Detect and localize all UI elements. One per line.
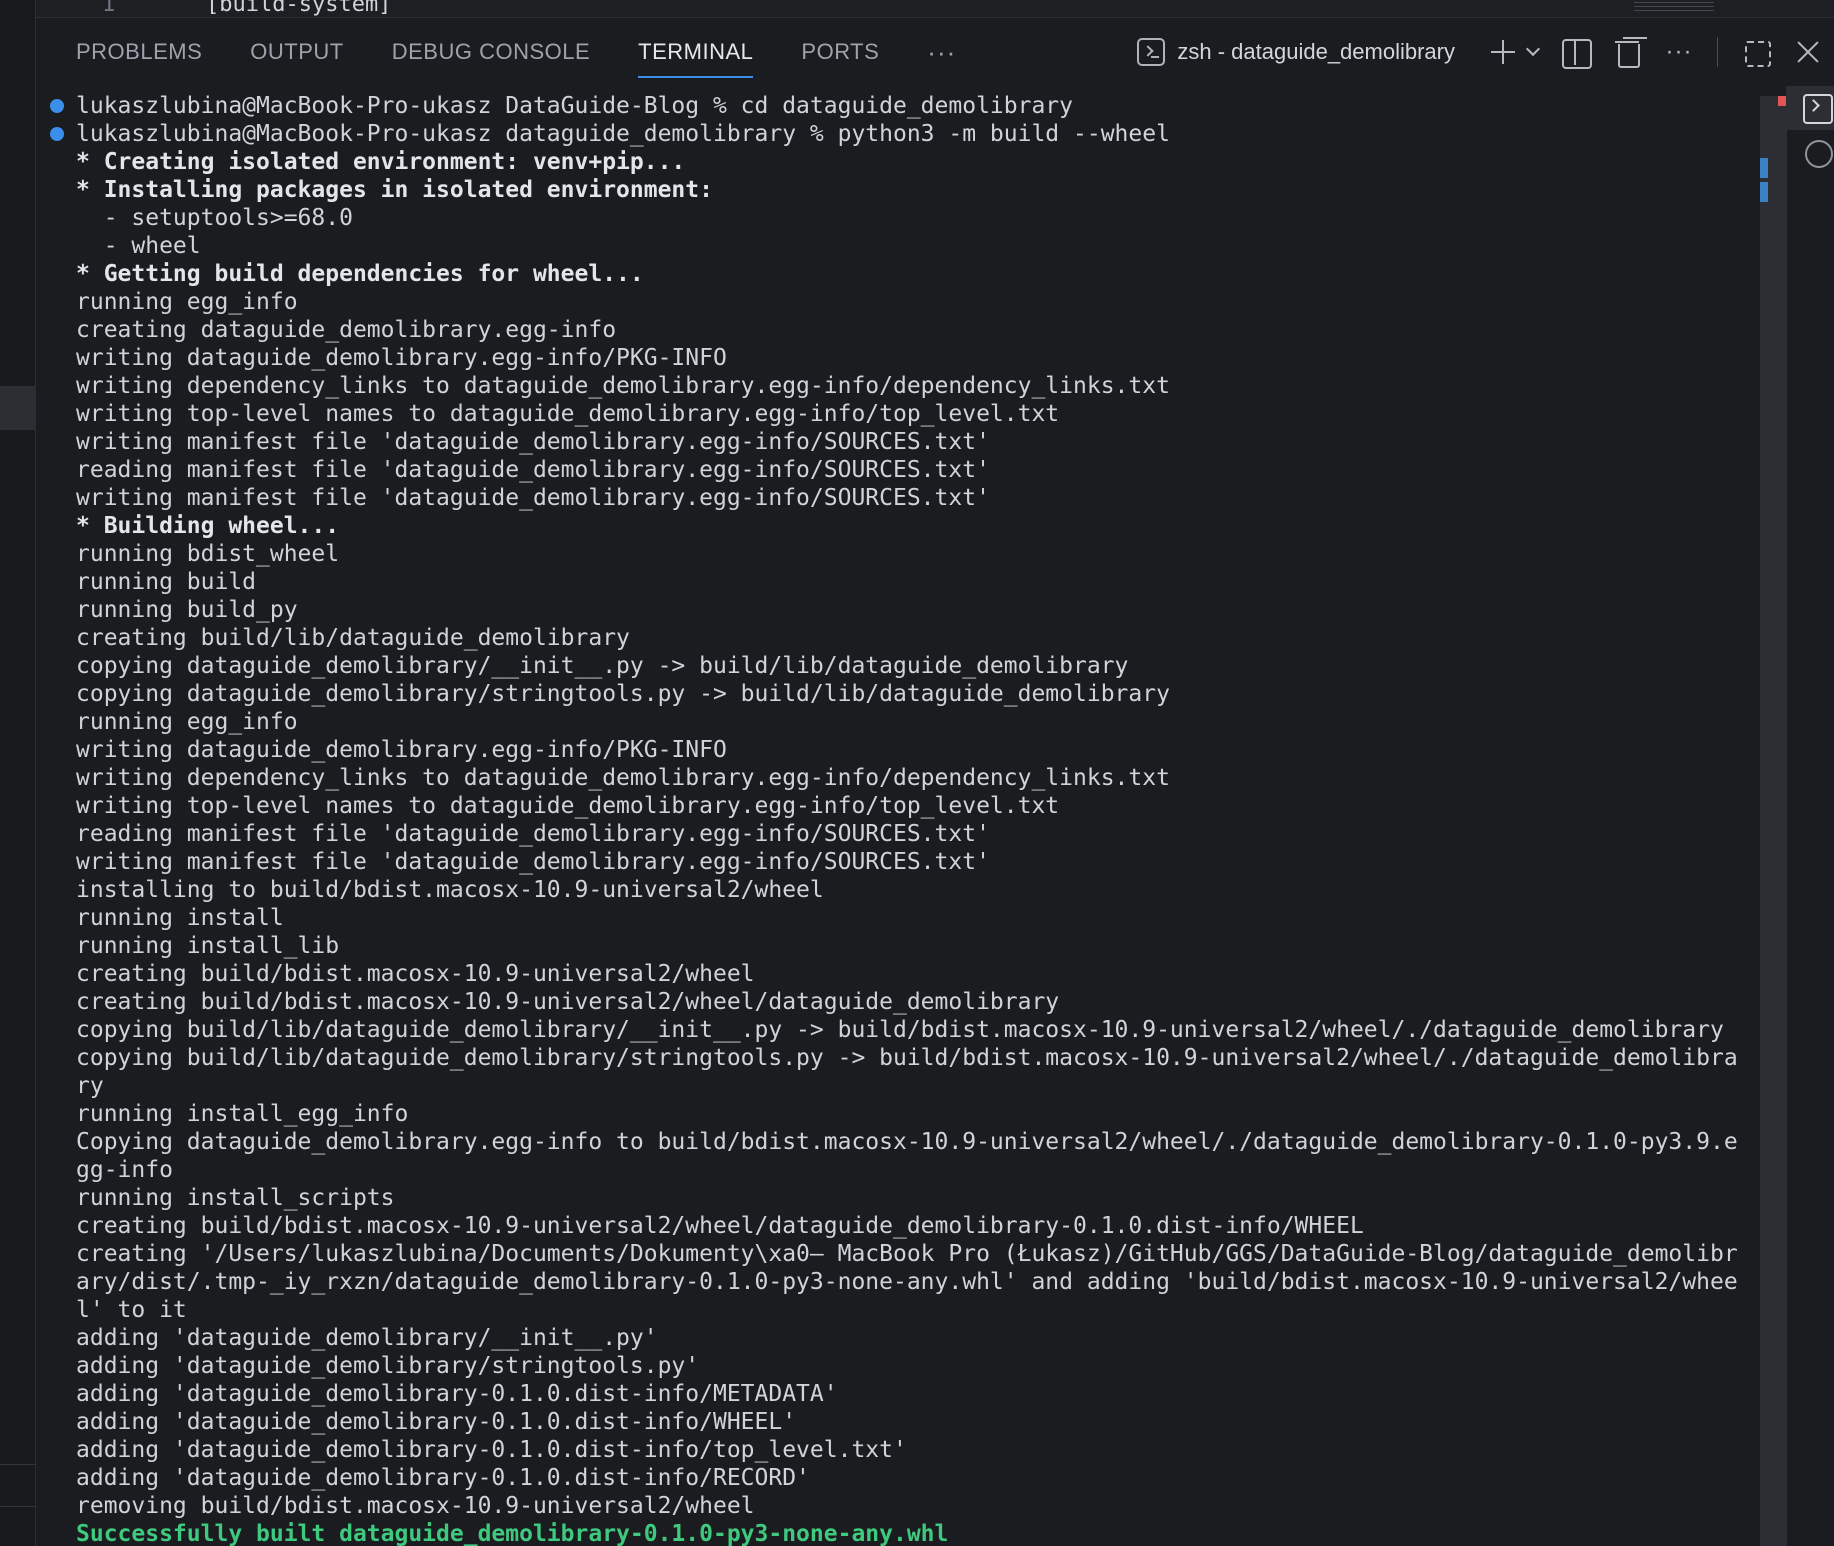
terminal-line: running build bbox=[76, 569, 257, 595]
tab-problems[interactable]: PROBLEMS bbox=[76, 18, 202, 86]
actions-divider bbox=[1717, 37, 1718, 67]
split-icon[interactable] bbox=[1555, 32, 1595, 72]
plus-icon[interactable] bbox=[1483, 32, 1523, 72]
overview-marker bbox=[1760, 182, 1768, 202]
terminal-line: copying build/lib/dataguide_demolibrary/… bbox=[76, 1017, 1724, 1043]
terminal-line: * Getting build dependencies for wheel..… bbox=[76, 261, 644, 287]
activity-divider bbox=[0, 1506, 36, 1507]
activity-bar-indicator bbox=[0, 386, 36, 430]
terminal-line: * Installing packages in isolated enviro… bbox=[76, 177, 713, 203]
terminal-line: * Creating isolated environment: venv+pi… bbox=[76, 149, 686, 175]
terminal-line: writing dependency_links to dataguide_de… bbox=[76, 373, 1170, 399]
activity-bar bbox=[0, 0, 36, 1546]
terminal-line: - setuptools>=68.0 bbox=[76, 205, 353, 231]
panel-actions: zsh - dataguide_demolibrary ··· bbox=[1137, 18, 1834, 86]
terminal-line: creating '/Users/lukaszlubina/Documents/… bbox=[76, 1241, 1738, 1267]
activity-divider bbox=[0, 1464, 36, 1465]
terminal-scrollbar[interactable] bbox=[1760, 96, 1786, 1546]
terminal-line: running egg_info bbox=[76, 289, 298, 315]
terminal-line: running build_py bbox=[76, 597, 298, 623]
more-tabs-icon[interactable]: ··· bbox=[927, 18, 956, 86]
terminal-command-line: lukaszlubina@MacBook-Pro-ukasz DataGuide… bbox=[76, 93, 1073, 119]
terminal-line: Copying dataguide_demolibrary.egg-info t… bbox=[76, 1129, 1738, 1155]
panel-tabs: PROBLEMS OUTPUT DEBUG CONSOLE TERMINAL P… bbox=[76, 18, 1004, 86]
tab-debug-console[interactable]: DEBUG CONSOLE bbox=[392, 18, 590, 86]
terminal-line: creating dataguide_demolibrary.egg-info bbox=[76, 317, 617, 343]
terminal-line: writing top-level names to dataguide_dem… bbox=[76, 401, 1060, 427]
terminal-command-line: lukaszlubina@MacBook-Pro-ukasz dataguide… bbox=[76, 121, 1170, 147]
tab-ports[interactable]: PORTS bbox=[801, 18, 879, 86]
trash-icon[interactable] bbox=[1607, 32, 1647, 72]
terminal-line: Successfully built dataguide_demolibrary… bbox=[76, 1521, 949, 1546]
terminal-line: creating build/bdist.macosx-10.9-univers… bbox=[76, 1213, 1364, 1239]
prompt-status-dot[interactable] bbox=[50, 99, 64, 113]
tab-output[interactable]: OUTPUT bbox=[250, 18, 343, 86]
terminal-line: adding 'dataguide_demolibrary-0.1.0.dist… bbox=[76, 1465, 810, 1491]
terminal-selector[interactable]: zsh - dataguide_demolibrary bbox=[1137, 38, 1455, 66]
prompt-status-dot[interactable] bbox=[50, 127, 64, 141]
terminal-line: - wheel bbox=[76, 233, 201, 259]
terminal-line: removing build/bdist.macosx-10.9-univers… bbox=[76, 1493, 755, 1519]
editor-remnant: 1 [build-system] bbox=[36, 0, 1834, 18]
editor-line-number: 1 bbox=[102, 0, 116, 17]
terminal-line: reading manifest file 'dataguide_demolib… bbox=[76, 821, 990, 847]
terminal-line: adding 'dataguide_demolibrary-0.1.0.dist… bbox=[76, 1381, 838, 1407]
minimap[interactable] bbox=[1634, 2, 1714, 14]
terminal-line: installing to build/bdist.macosx-10.9-un… bbox=[76, 877, 824, 903]
terminal-line: * Building wheel... bbox=[76, 513, 340, 539]
terminal-line: ary/dist/.tmp-_iy_rxzn/dataguide_demolib… bbox=[76, 1269, 1738, 1295]
more-icon[interactable]: ··· bbox=[1659, 32, 1699, 72]
overview-marker bbox=[1760, 158, 1768, 178]
terminal-line: writing dataguide_demolibrary.egg-info/P… bbox=[76, 345, 727, 371]
terminal-line: copying dataguide_demolibrary/__init__.p… bbox=[76, 653, 1129, 679]
terminal-line: creating build/bdist.macosx-10.9-univers… bbox=[76, 989, 1060, 1015]
terminal-line: adding 'dataguide_demolibrary/stringtool… bbox=[76, 1353, 700, 1379]
terminal-line: writing dependency_links to dataguide_de… bbox=[76, 765, 1170, 791]
tab-terminal[interactable]: TERMINAL bbox=[638, 18, 754, 86]
panel-header: PROBLEMS OUTPUT DEBUG CONSOLE TERMINAL P… bbox=[36, 18, 1834, 86]
terminal-name: zsh - dataguide_demolibrary bbox=[1177, 39, 1455, 64]
terminal-line: copying build/lib/dataguide_demolibrary/… bbox=[76, 1045, 1738, 1071]
terminal-line: ry bbox=[76, 1073, 104, 1099]
vscode-window: 1 [build-system] PROBLEMS OUTPUT DEBUG C… bbox=[0, 0, 1834, 1546]
maximize-icon[interactable] bbox=[1736, 32, 1776, 72]
terminal-line: running install_lib bbox=[76, 933, 340, 959]
terminal-line: reading manifest file 'dataguide_demolib… bbox=[76, 457, 990, 483]
scrollbar-thumb[interactable] bbox=[1760, 96, 1786, 1546]
terminal-line: writing dataguide_demolibrary.egg-info/P… bbox=[76, 737, 727, 763]
terminal-line: running bdist_wheel bbox=[76, 541, 340, 567]
overview-error-marker bbox=[1778, 96, 1786, 106]
terminal-line: writing top-level names to dataguide_dem… bbox=[76, 793, 1060, 819]
terminal-tabs-bar bbox=[1786, 86, 1834, 1546]
terminal-line: writing manifest file 'dataguide_demolib… bbox=[76, 485, 990, 511]
terminal-line: creating build/bdist.macosx-10.9-univers… bbox=[76, 961, 755, 987]
editor-line-text: [build-system] bbox=[206, 0, 392, 17]
terminal-line: adding 'dataguide_demolibrary-0.1.0.dist… bbox=[76, 1409, 797, 1435]
terminal-line: creating build/lib/dataguide_demolibrary bbox=[76, 625, 630, 651]
terminal-icon bbox=[1137, 38, 1166, 66]
chevron-down-icon[interactable] bbox=[1523, 32, 1545, 72]
terminal-line: adding 'dataguide_demolibrary-0.1.0.dist… bbox=[76, 1437, 907, 1463]
terminal-output[interactable]: lukaszlubina@MacBook-Pro-ukasz DataGuide… bbox=[36, 86, 1760, 1546]
terminal-line: copying dataguide_demolibrary/stringtool… bbox=[76, 681, 1170, 707]
terminal-line: writing manifest file 'dataguide_demolib… bbox=[76, 849, 990, 875]
terminal-line: writing manifest file 'dataguide_demolib… bbox=[76, 429, 990, 455]
terminal-line: l' to it bbox=[76, 1297, 187, 1323]
terminal-line: running install_egg_info bbox=[76, 1101, 409, 1127]
terminal-line: running install_scripts bbox=[76, 1185, 395, 1211]
close-icon[interactable] bbox=[1788, 32, 1828, 72]
terminal-line: running egg_info bbox=[76, 709, 298, 735]
terminal-tab-secondary-icon[interactable] bbox=[1805, 140, 1833, 168]
terminal-tab-icon[interactable] bbox=[1787, 86, 1834, 130]
terminal-line: gg-info bbox=[76, 1157, 173, 1183]
terminal-line: running install bbox=[76, 905, 284, 931]
terminal-line: adding 'dataguide_demolibrary/__init__.p… bbox=[76, 1325, 658, 1351]
